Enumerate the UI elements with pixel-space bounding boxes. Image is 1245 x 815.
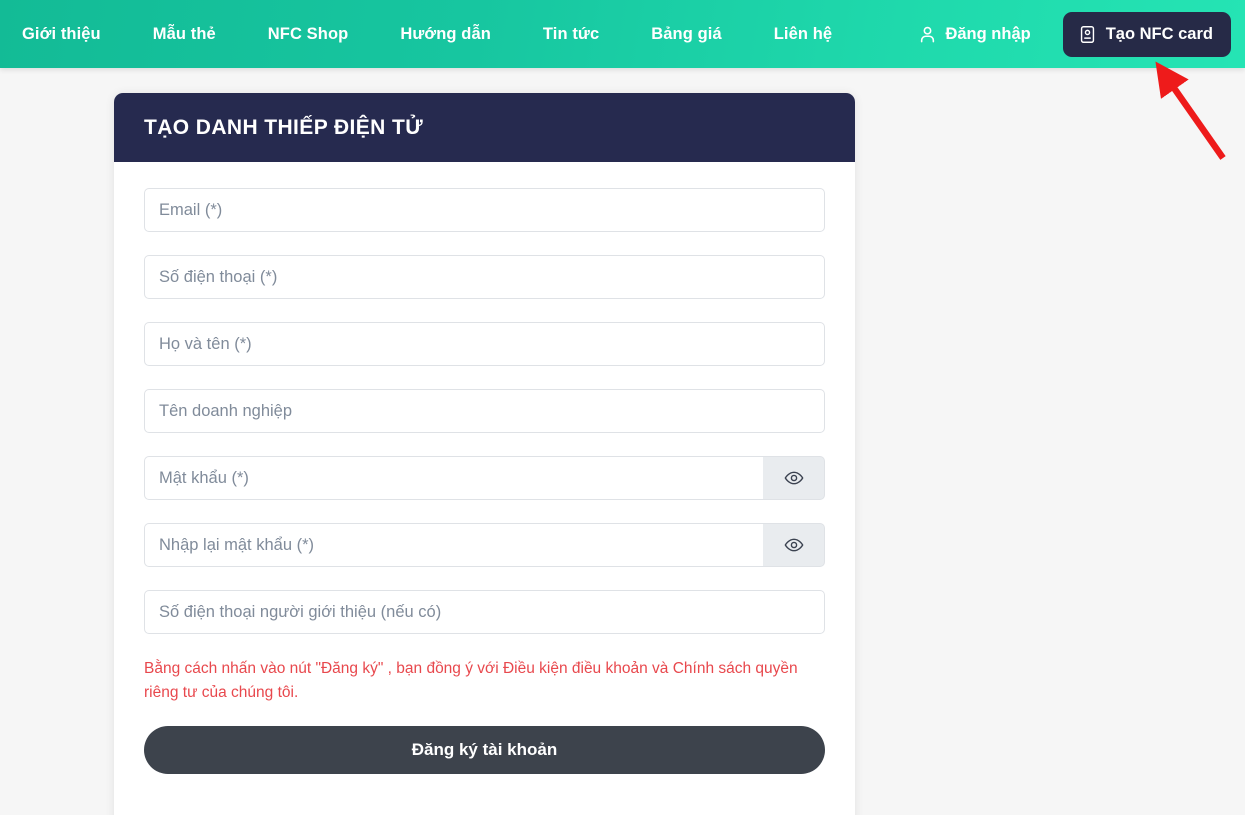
referrer-phone-field-row [144, 590, 825, 634]
phone-field[interactable] [144, 255, 825, 299]
referrer-phone-field[interactable] [144, 590, 825, 634]
registration-card: TẠO DANH THIẾP ĐIỆN TỬ Email (*) Số điện… [114, 93, 855, 815]
nav-item-huong-dan[interactable]: Hướng dẫn [400, 25, 491, 44]
email-field[interactable] [144, 188, 825, 232]
nav-item-gioi-thieu[interactable]: Giới thiệu [22, 25, 101, 44]
nav-item-bang-gia[interactable]: Bảng giá [651, 25, 721, 44]
nav-item-lien-he[interactable]: Liên hệ [774, 25, 832, 44]
confirm-password-field-row [144, 523, 825, 567]
company-field[interactable] [144, 389, 825, 433]
nav-links: Giới thiệu Mẫu thẻ NFC Shop Hướng dẫn Ti… [0, 25, 858, 44]
email-field-row [144, 188, 825, 232]
nfc-card-icon [1078, 25, 1097, 44]
confirm-password-visibility-toggle[interactable] [763, 523, 825, 567]
login-label: Đăng nhập [945, 24, 1031, 43]
register-submit-button[interactable]: Đăng ký tài khoản [144, 726, 825, 775]
password-field[interactable] [144, 456, 763, 500]
password-field-row [144, 456, 825, 500]
nav-item-mau-the[interactable]: Mẫu thẻ [153, 25, 216, 44]
password-visibility-toggle[interactable] [763, 456, 825, 500]
terms-note: Bằng cách nhấn vào nút "Đăng ký" , bạn đ… [144, 660, 798, 701]
top-navbar: Giới thiệu Mẫu thẻ NFC Shop Hướng dẫn Ti… [0, 0, 1245, 68]
company-field-row [144, 389, 825, 433]
fullname-field-row [144, 322, 825, 366]
eye-icon [784, 535, 804, 555]
card-header: TẠO DANH THIẾP ĐIỆN TỬ [114, 93, 855, 162]
confirm-password-field[interactable] [144, 523, 763, 567]
nav-item-nfc-shop[interactable]: NFC Shop [268, 25, 349, 44]
fullname-field[interactable] [144, 322, 825, 366]
nav-item-tin-tuc[interactable]: Tin tức [543, 25, 599, 44]
page-title: TẠO DANH THIẾP ĐIỆN TỬ [144, 115, 424, 139]
phone-field-row [144, 255, 825, 299]
eye-icon [784, 468, 804, 488]
navbar-right-group: Đăng nhập Tạo NFC card [918, 11, 1245, 57]
create-nfc-card-button[interactable]: Tạo NFC card [1062, 11, 1231, 57]
registration-form: Bằng cách nhấn vào nút "Đăng ký" , bạn đ… [114, 162, 855, 775]
login-link[interactable]: Đăng nhập [918, 24, 1031, 44]
create-nfc-card-label: Tạo NFC card [1105, 24, 1213, 43]
user-icon [918, 25, 937, 44]
